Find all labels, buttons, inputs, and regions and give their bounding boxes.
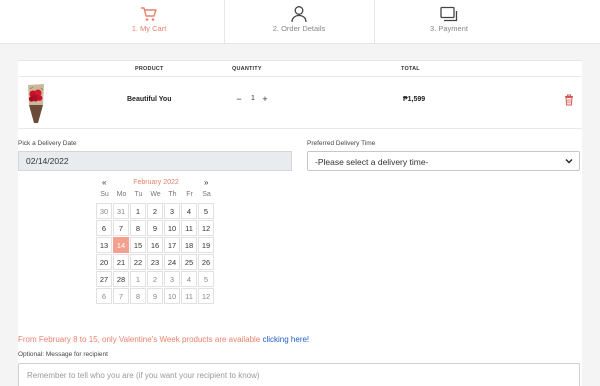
checkout-steps: 1. My Cart 2. Order Details 3. Payment (0, 0, 600, 44)
calendar-day[interactable]: 11 (181, 220, 197, 236)
item-total: ₱1,599 (403, 96, 426, 103)
calendar-day[interactable]: 20 (96, 254, 112, 270)
header-quantity: QUANTITY (232, 66, 262, 72)
notice-text: From February 8 to 15, only Valentine's … (18, 335, 263, 344)
calendar-day-selected[interactable]: 14 (113, 237, 129, 253)
calendar-day[interactable]: 26 (198, 254, 214, 270)
chevron-down-icon (565, 159, 573, 164)
calendar-day[interactable]: 1 (130, 203, 146, 219)
calendar-day[interactable]: 3 (164, 203, 180, 219)
delivery-time-select[interactable]: -Please select a delivery time- (307, 151, 580, 171)
calendar-day[interactable]: 12 (198, 220, 214, 236)
weekday-label: Sa (202, 191, 211, 198)
calendar-day[interactable]: 3 (164, 271, 180, 287)
delivery-time-selected: -Please select a delivery time- (315, 157, 429, 167)
cart-table-header: PRODUCT QUANTITY TOTAL (18, 60, 582, 77)
calendar-day[interactable]: 5 (198, 203, 214, 219)
step-my-cart[interactable]: 1. My Cart (74, 0, 224, 44)
calendar-day[interactable]: 22 (130, 254, 146, 270)
calendar-day[interactable]: 6 (96, 220, 112, 236)
delivery-date-input[interactable] (18, 151, 292, 171)
calendar-day[interactable]: 10 (164, 220, 180, 236)
calendar-day[interactable]: 4 (181, 203, 197, 219)
calendar-day[interactable]: 19 (198, 237, 214, 253)
calendar-day[interactable]: 7 (113, 288, 129, 304)
card-icon (440, 6, 458, 22)
decrease-quantity-button[interactable]: − (233, 94, 245, 106)
calendar-day[interactable]: 1 (130, 271, 146, 287)
notice-link[interactable]: clicking here! (262, 335, 309, 344)
recipient-message-input[interactable] (18, 363, 580, 386)
calendar-day[interactable]: 21 (113, 254, 129, 270)
cart-item-row: Beautiful You − 1 + ₱1,599 (18, 77, 582, 129)
weekday-label: We (150, 191, 161, 198)
calendar-day[interactable]: 5 (198, 271, 214, 287)
weekday-label: Th (168, 191, 177, 198)
calendar-day[interactable]: 23 (147, 254, 163, 270)
weekday-label: Tu (134, 191, 143, 198)
calendar-day[interactable]: 8 (130, 220, 146, 236)
step-order-details[interactable]: 2. Order Details (224, 0, 374, 44)
valentine-notice: From February 8 to 15, only Valentine's … (18, 335, 309, 344)
calendar-day[interactable]: 2 (147, 271, 163, 287)
calendar-day[interactable]: 10 (164, 288, 180, 304)
calendar-day[interactable]: 6 (96, 288, 112, 304)
calendar-day[interactable]: 11 (181, 288, 197, 304)
message-label: Optional: Message for recipient (18, 351, 108, 358)
header-total: TOTAL (401, 66, 420, 72)
calendar-day[interactable]: 16 (147, 237, 163, 253)
calendar-day[interactable]: 7 (113, 220, 129, 236)
calendar-month-title: February 2022 (133, 179, 179, 186)
date-picker-calendar: « February 2022 » Su Mo Tu We Th Fr Sa 3… (96, 177, 216, 317)
calendar-day[interactable]: 31 (113, 203, 129, 219)
calendar-day[interactable]: 9 (147, 220, 163, 236)
step-label: 3. Payment (430, 24, 468, 33)
weekday-label: Mo (116, 191, 127, 198)
calendar-day[interactable]: 28 (113, 271, 129, 287)
quantity-value: 1 (251, 95, 255, 102)
step-label: 2. Order Details (272, 24, 326, 33)
calendar-day[interactable]: 18 (181, 237, 197, 253)
calendar-day[interactable]: 17 (164, 237, 180, 253)
step-label: 1. My Cart (131, 24, 167, 33)
calendar-day[interactable]: 25 (181, 254, 197, 270)
calendar-day[interactable]: 30 (96, 203, 112, 219)
user-icon (291, 6, 307, 23)
calendar-day[interactable]: 4 (181, 271, 197, 287)
calendar-day[interactable]: 8 (130, 288, 146, 304)
calendar-day[interactable]: 27 (96, 271, 112, 287)
next-month-button[interactable]: » (204, 178, 208, 187)
calendar-day[interactable]: 13 (96, 237, 112, 253)
step-payment[interactable]: 3. Payment (374, 0, 524, 44)
increase-quantity-button[interactable]: + (259, 94, 271, 106)
cart-panel: PRODUCT QUANTITY TOTAL Beautiful You − 1… (18, 60, 582, 386)
trash-icon[interactable] (564, 94, 574, 106)
calendar-day[interactable]: 2 (147, 203, 163, 219)
weekday-label: Fr (186, 191, 193, 198)
header-product: PRODUCT (135, 66, 164, 72)
product-name: Beautiful You (127, 96, 172, 103)
cart-icon (141, 7, 157, 21)
weekday-label: Su (100, 191, 109, 198)
calendar-day[interactable]: 15 (130, 237, 146, 253)
calendar-day[interactable]: 9 (147, 288, 163, 304)
product-image (28, 84, 44, 123)
calendar-day[interactable]: 12 (198, 288, 214, 304)
delivery-time-label: Preferred Delivery Time (307, 140, 376, 147)
delivery-date-label: Pick a Delivery Date (18, 140, 77, 147)
calendar-day[interactable]: 24 (164, 254, 180, 270)
